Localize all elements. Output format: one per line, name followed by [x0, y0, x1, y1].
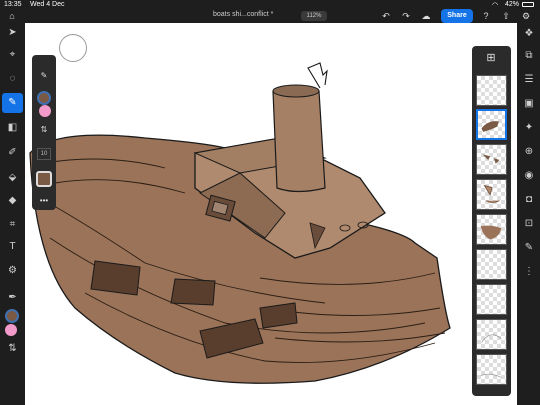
- eyedropper-icon[interactable]: ✒: [2, 288, 23, 308]
- layer-thumbnail[interactable]: [476, 179, 507, 210]
- drawing-canvas[interactable]: [25, 23, 517, 405]
- brush-flyout: ✎ ⇅ 10 •••: [32, 55, 56, 210]
- mask-icon[interactable]: ◘: [520, 191, 538, 209]
- layer-thumbnail[interactable]: [476, 319, 507, 350]
- brush-cursor: [59, 34, 87, 62]
- layer-thumbnail[interactable]: [476, 144, 507, 175]
- eraser-icon[interactable]: ◧: [2, 118, 23, 138]
- document-title[interactable]: boats shi...conflict *: [213, 11, 273, 18]
- brush-preview-swatch[interactable]: [36, 171, 52, 187]
- wifi-icon: ◠: [492, 2, 499, 9]
- visibility-icon[interactable]: ◉: [520, 167, 538, 185]
- home-icon[interactable]: ⌂: [6, 10, 18, 22]
- add-layer-icon[interactable]: ⊕: [520, 143, 538, 161]
- export-icon[interactable]: ⇧: [500, 10, 512, 22]
- layer-thumbnail-selected[interactable]: [476, 109, 507, 140]
- edit-icon[interactable]: ✎: [520, 239, 538, 257]
- transform-icon[interactable]: ⌖: [2, 45, 23, 65]
- swap-colors-icon[interactable]: ⇅: [2, 339, 23, 359]
- fx-icon[interactable]: ✦: [520, 119, 538, 137]
- layer-thumbnail[interactable]: [476, 284, 507, 315]
- more-icon[interactable]: •••: [35, 192, 53, 210]
- battery-icon: [522, 2, 534, 7]
- brush-icon[interactable]: ✎: [2, 93, 23, 113]
- select-icon[interactable]: ➤: [2, 23, 23, 43]
- text-icon[interactable]: T: [2, 237, 23, 257]
- clip-icon[interactable]: ⊡: [520, 215, 538, 233]
- brush-size-value[interactable]: 10: [37, 148, 51, 160]
- more-icon[interactable]: ⋮: [520, 263, 538, 281]
- background-color-swatch[interactable]: [5, 324, 17, 336]
- fill-icon[interactable]: ⬙: [2, 168, 23, 188]
- cloud-icon[interactable]: ☁: [420, 10, 432, 22]
- status-time: 13:35: [4, 1, 22, 8]
- redo-icon[interactable]: ↷: [400, 10, 412, 22]
- status-date: Wed 4 Dec: [30, 1, 65, 8]
- flyout-background-swatch[interactable]: [39, 105, 51, 117]
- undo-icon[interactable]: ↶: [380, 10, 392, 22]
- swap-icon[interactable]: ⇅: [35, 121, 53, 139]
- zoom-level[interactable]: 112%: [301, 11, 327, 21]
- layer-thumbnail[interactable]: [476, 249, 507, 280]
- image-icon[interactable]: ▣: [520, 95, 538, 113]
- layer-thumbnail[interactable]: [476, 354, 507, 385]
- layer-thumbnail[interactable]: [476, 75, 507, 106]
- flyout-foreground-swatch[interactable]: [37, 91, 51, 105]
- battery-percent: 42%: [505, 1, 520, 8]
- add-layer-icon[interactable]: ⊞: [484, 51, 498, 65]
- help-icon[interactable]: ?: [480, 10, 492, 22]
- settings-icon[interactable]: ⚙: [520, 10, 532, 22]
- foreground-color-swatch[interactable]: [5, 309, 19, 323]
- layer-properties-icon[interactable]: ⧉: [520, 47, 538, 65]
- adjust-icon[interactable]: ⚙: [2, 261, 23, 281]
- boat-artwork: [29, 62, 451, 384]
- left-toolbar: ➤ ⌖ ◌ ✎ ◧ ✐ ⬙ ◆ ⌗ T ⚙ ✒ ⇅: [0, 23, 25, 405]
- lasso-icon[interactable]: ◌: [2, 69, 23, 89]
- brush-picker-icon[interactable]: ✎: [35, 67, 53, 85]
- share-button[interactable]: Share: [441, 9, 473, 23]
- gradient-icon[interactable]: ◆: [2, 191, 23, 211]
- top-bar: ⌂ boats shi...conflict * 112% ↶ ↷ ☁ Shar…: [0, 9, 540, 23]
- right-toolbar: ❖ ⧉ ☰ ▣ ✦ ⊕ ◉ ◘ ⊡ ✎ ⋮: [517, 23, 540, 405]
- status-bar: 13:35 Wed 4 Dec ◠ 42%: [0, 0, 540, 9]
- adjustments-icon[interactable]: ☰: [520, 71, 538, 89]
- crop-icon[interactable]: ⌗: [2, 215, 23, 235]
- layers-panel: ⊞: [472, 46, 511, 396]
- layer-thumbnail[interactable]: [476, 214, 507, 245]
- smudge-icon[interactable]: ✐: [2, 143, 23, 163]
- layers-icon[interactable]: ❖: [520, 25, 538, 43]
